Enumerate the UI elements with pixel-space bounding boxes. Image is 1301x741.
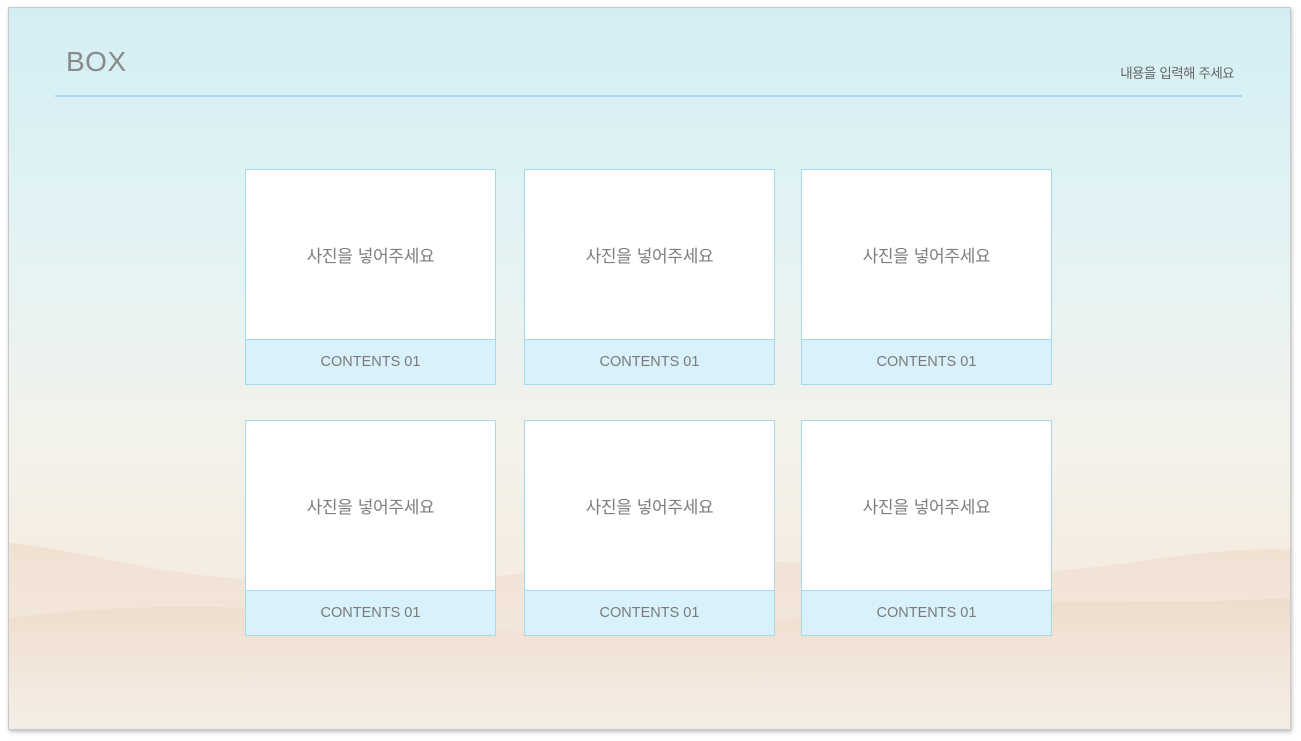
- photo-placeholder[interactable]: 사진을 넣어주세요: [802, 421, 1051, 590]
- content-card[interactable]: 사진을 넣어주세요 CONTENTS 01: [524, 420, 775, 636]
- card-caption: CONTENTS 01: [246, 590, 495, 635]
- header-divider: [55, 95, 1242, 97]
- page-title: BOX: [66, 46, 127, 77]
- content-card[interactable]: 사진을 넣어주세요 CONTENTS 01: [524, 169, 775, 385]
- photo-placeholder[interactable]: 사진을 넣어주세요: [525, 421, 774, 590]
- photo-placeholder[interactable]: 사진을 넣어주세요: [246, 170, 495, 339]
- content-card[interactable]: 사진을 넣어주세요 CONTENTS 01: [245, 169, 496, 385]
- photo-placeholder[interactable]: 사진을 넣어주세요: [246, 421, 495, 590]
- card-caption: CONTENTS 01: [525, 590, 774, 635]
- slide: BOX 내용을 입력해 주세요 사진을 넣어주세요 CONTENTS 01 사진…: [8, 7, 1291, 730]
- content-card[interactable]: 사진을 넣어주세요 CONTENTS 01: [245, 420, 496, 636]
- page-subtitle: 내용을 입력해 주세요: [1120, 66, 1234, 82]
- photo-placeholder[interactable]: 사진을 넣어주세요: [525, 170, 774, 339]
- card-caption: CONTENTS 01: [802, 339, 1051, 384]
- photo-placeholder[interactable]: 사진을 넣어주세요: [802, 170, 1051, 339]
- content-card[interactable]: 사진을 넣어주세요 CONTENTS 01: [801, 169, 1052, 385]
- card-caption: CONTENTS 01: [525, 339, 774, 384]
- card-caption: CONTENTS 01: [246, 339, 495, 384]
- card-caption: CONTENTS 01: [802, 590, 1051, 635]
- content-card[interactable]: 사진을 넣어주세요 CONTENTS 01: [801, 420, 1052, 636]
